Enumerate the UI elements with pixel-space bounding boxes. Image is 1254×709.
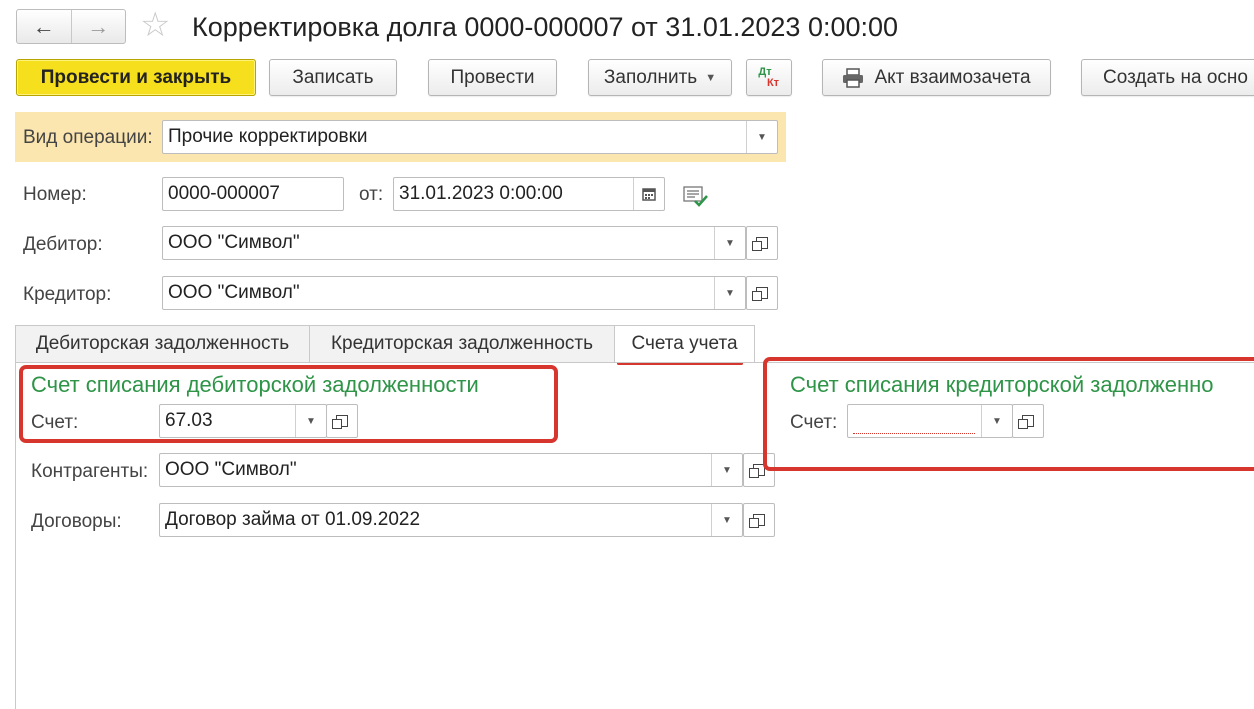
counterparties-label: Контрагенты: <box>31 461 149 482</box>
operation-type-value: Прочие корректировки <box>168 126 368 147</box>
forward-arrow-icon[interactable]: → <box>70 10 126 43</box>
open-form-icon <box>749 514 765 528</box>
open-form-icon <box>752 287 768 301</box>
debit-account-select[interactable]: 67.03 ▼ <box>159 404 327 438</box>
chevron-down-icon[interactable]: ▼ <box>711 454 742 486</box>
counterparties-value: ООО "Символ" <box>165 459 297 480</box>
favorite-star-icon[interactable]: ☆ <box>140 8 170 42</box>
page-title: Корректировка долга 0000-000007 от 31.01… <box>192 12 899 42</box>
debit-writeoff-heading: Счет списания дебиторской задолженности <box>31 372 479 397</box>
back-arrow-icon[interactable]: ← <box>17 10 71 43</box>
debit-account-label: Счет: <box>31 412 79 433</box>
date-value: 31.01.2023 0:00:00 <box>399 183 563 204</box>
post-button[interactable]: Провести <box>428 59 557 96</box>
chevron-down-icon[interactable]: ▼ <box>714 277 745 309</box>
open-form-icon <box>752 237 768 251</box>
netting-act-button[interactable]: Акт взаимозачета <box>822 59 1051 96</box>
open-form-icon <box>1018 415 1034 429</box>
debtor-label: Дебитор: <box>23 234 103 255</box>
nav-buttons: ← → <box>16 9 126 44</box>
chevron-down-icon[interactable]: ▼ <box>711 504 742 536</box>
number-field[interactable]: 0000-000007 <box>162 177 344 211</box>
create-based-on-button[interactable]: Создать на осно <box>1081 59 1254 96</box>
contracts-label: Договоры: <box>31 511 122 532</box>
chevron-down-icon[interactable]: ▼ <box>714 227 745 259</box>
kt-icon: Кт <box>766 76 780 89</box>
credit-account-open-button[interactable] <box>1012 404 1044 438</box>
counterparties-select[interactable]: ООО "Символ" ▼ <box>159 453 743 487</box>
contracts-select[interactable]: Договор займа от 01.09.2022 ▼ <box>159 503 743 537</box>
chevron-down-icon[interactable]: ▼ <box>981 405 1012 437</box>
debit-account-open-button[interactable] <box>326 404 358 438</box>
creditor-label: Кредитор: <box>23 284 112 305</box>
open-form-icon <box>332 415 348 429</box>
credit-account-value <box>853 409 975 434</box>
operation-type-label: Вид операции: <box>23 127 153 148</box>
creditor-select[interactable]: ООО "Символ" ▼ <box>162 276 746 310</box>
fill-button[interactable]: Заполнить ▼ <box>588 59 732 96</box>
save-button[interactable]: Записать <box>269 59 397 96</box>
creditor-open-button[interactable] <box>746 276 778 310</box>
credit-writeoff-heading: Счет списания кредиторской задолженно <box>790 372 1214 397</box>
credit-account-label: Счет: <box>790 412 838 433</box>
creditor-value: ООО "Символ" <box>168 282 300 303</box>
dt-kt-button[interactable]: Дт Кт <box>746 59 792 96</box>
contracts-open-button[interactable] <box>743 503 775 537</box>
tab-accounts[interactable]: Счета учета <box>614 325 755 363</box>
printer-icon <box>843 67 864 88</box>
chevron-down-icon[interactable]: ▼ <box>295 405 326 437</box>
debtor-open-button[interactable] <box>746 226 778 260</box>
credit-account-select[interactable]: ▼ <box>847 404 1013 438</box>
operation-type-select[interactable]: Прочие корректировки ▼ <box>162 120 778 154</box>
dt-icon: Дт <box>758 65 772 78</box>
date-field[interactable]: 31.01.2023 0:00:00 <box>393 177 665 211</box>
date-label: от: <box>359 184 384 205</box>
chevron-down-icon[interactable]: ▼ <box>746 121 777 153</box>
post-and-close-button[interactable]: Провести и закрыть <box>16 59 256 96</box>
document-check-icon[interactable] <box>683 184 709 208</box>
calendar-icon[interactable] <box>633 178 664 210</box>
credit-heading-clip: Счет списания кредиторской задолженно <box>790 371 1254 399</box>
netting-act-label: Акт взаимозачета <box>874 66 1031 88</box>
fill-button-label: Заполнить <box>603 66 698 88</box>
tab-receivables[interactable]: Дебиторская задолженность <box>15 325 310 363</box>
debtor-select[interactable]: ООО "Символ" ▼ <box>162 226 746 260</box>
number-label: Номер: <box>23 184 87 205</box>
debtor-value: ООО "Символ" <box>168 232 300 253</box>
tab-payables[interactable]: Кредиторская задолженность <box>309 325 615 363</box>
contracts-value: Договор займа от 01.09.2022 <box>165 509 421 530</box>
chevron-down-icon: ▼ <box>705 71 717 84</box>
debit-account-value: 67.03 <box>165 410 213 431</box>
